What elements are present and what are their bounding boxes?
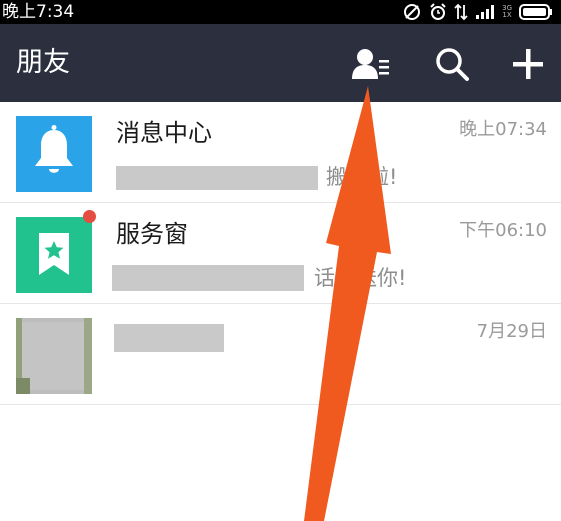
- conversation-title: 服务窗: [116, 220, 188, 248]
- conversation-item-message-center[interactable]: 消息中心 晚上07:34 搬家啦!: [0, 102, 561, 203]
- conversation-item-contact[interactable]: 7月29日: [0, 304, 561, 405]
- network-type: 3G 1X: [502, 5, 512, 19]
- contact-avatar: [16, 318, 92, 394]
- conversation-time: 下午06:10: [459, 220, 547, 241]
- do-not-disturb-icon: [404, 4, 421, 20]
- contacts-button[interactable]: [349, 44, 393, 84]
- redacted-name: [114, 324, 224, 352]
- app-header: 朋友: [0, 24, 561, 102]
- page-title: 朋友: [16, 47, 70, 78]
- conversation-list: 消息中心 晚上07:34 搬家啦! 服务窗 下午06:10 话要送你! 7月29…: [0, 102, 561, 405]
- conversation-preview: 话要送你!: [314, 266, 407, 290]
- conversation-item-service-window[interactable]: 服务窗 下午06:10 话要送你!: [0, 203, 561, 304]
- message-center-avatar: [16, 116, 92, 192]
- conversation-time: 晚上07:34: [459, 119, 547, 140]
- data-transfer-icon: [454, 3, 468, 21]
- search-icon: [436, 48, 469, 81]
- conversation-time: 7月29日: [476, 321, 547, 342]
- add-icon: [513, 49, 543, 79]
- network-sublabel: 1X: [502, 11, 512, 19]
- battery-icon: [519, 4, 552, 20]
- alarm-icon: [430, 3, 446, 20]
- bell-icon: [35, 125, 73, 173]
- conversation-preview: 搬家啦!: [326, 165, 398, 189]
- redacted-preview: [112, 265, 304, 291]
- contacts-icon: [352, 49, 389, 79]
- redacted-preview: [116, 166, 318, 190]
- search-button[interactable]: [430, 44, 474, 84]
- signal-icon: [476, 5, 495, 19]
- conversation-title: 消息中心: [116, 119, 212, 147]
- service-window-avatar: [16, 217, 92, 293]
- star-bookmark-icon: [39, 233, 69, 275]
- photo-thumbnail: [16, 318, 92, 394]
- status-bar: 晚上7:34 3G 1X: [0, 0, 561, 24]
- status-time: 晚上7:34: [2, 2, 75, 22]
- unread-badge: [83, 210, 96, 223]
- add-button[interactable]: [506, 44, 550, 84]
- status-icons: 3G 1X: [402, 3, 553, 21]
